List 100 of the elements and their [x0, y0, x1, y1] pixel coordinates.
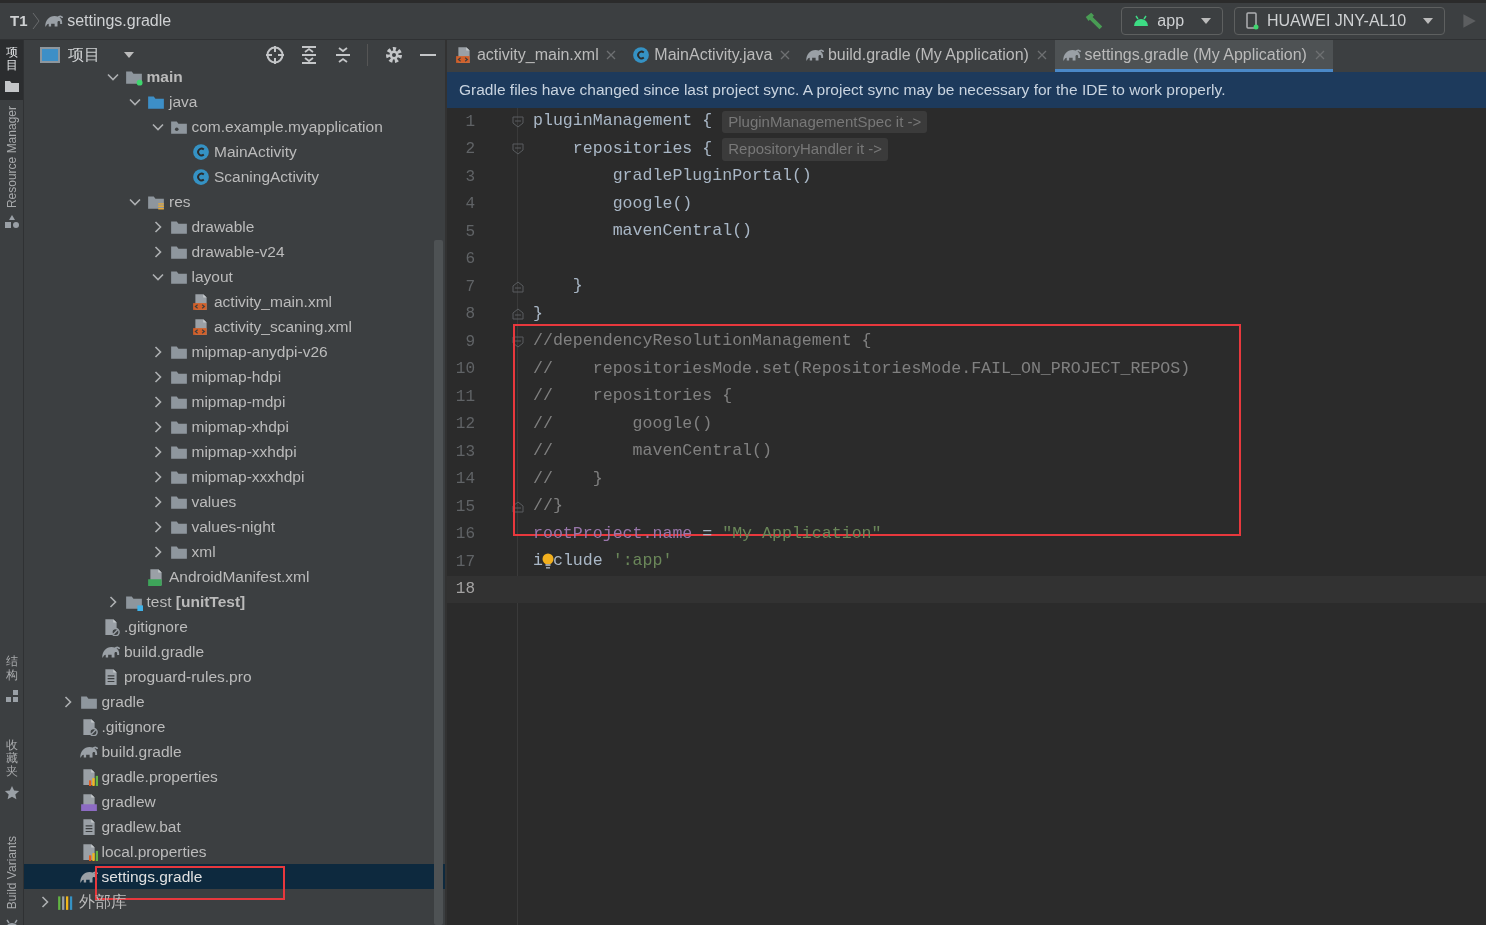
- tree-item[interactable]: activity_scaning.xml: [24, 314, 445, 339]
- tree-item[interactable]: build.gradle: [24, 739, 445, 764]
- collapse-all-icon[interactable]: [333, 45, 352, 65]
- tool-window-tab[interactable]: 结构: [0, 649, 23, 710]
- android-icon: [1131, 14, 1150, 28]
- tree-item[interactable]: proguard-rules.pro: [24, 664, 445, 689]
- tree-item[interactable]: drawable-v24: [24, 239, 445, 264]
- tree-item[interactable]: values: [24, 489, 445, 514]
- code-text: // google(): [533, 412, 713, 435]
- code-text: google(): [611, 192, 693, 215]
- tree-item[interactable]: values-night: [24, 514, 445, 539]
- elephant-icon: [806, 48, 825, 61]
- tree-item[interactable]: mipmap-xhdpi: [24, 414, 445, 439]
- breadcrumb-item[interactable]: settings.gradle: [67, 9, 172, 33]
- code-text: ':app': [612, 550, 673, 573]
- code-text: // repositoriesMode.set(RepositoriesMode.FAIL_ON_PROJECT_REPOS): [533, 357, 1191, 380]
- class-icon: [192, 167, 210, 186]
- shapes-icon: [3, 214, 20, 231]
- code-text: pluginManagement {: [533, 110, 714, 133]
- editor-tab[interactable]: MainActivity.java: [624, 40, 799, 72]
- line-number: 4: [464, 194, 475, 216]
- code-text: }: [571, 275, 583, 298]
- line-number: 1: [464, 111, 475, 133]
- lightbulb-icon[interactable]: [540, 553, 555, 571]
- tree-item[interactable]: com.example.myapplication: [24, 114, 445, 139]
- tree-item[interactable]: mipmap-xxhdpi: [24, 439, 445, 464]
- line-number: 2: [464, 139, 475, 161]
- class-icon: [632, 45, 651, 64]
- tree-item[interactable]: gradle: [24, 689, 445, 714]
- tree-item[interactable]: build.gradle: [24, 639, 445, 664]
- star-icon: [3, 784, 20, 801]
- tree-item[interactable]: ScaningActivity: [24, 164, 445, 189]
- elephant-icon: [79, 870, 98, 883]
- line-number: 3: [464, 166, 475, 188]
- tree-item[interactable]: .gitignore: [24, 714, 445, 739]
- line-number: 14: [454, 469, 475, 491]
- line-number: 16: [454, 524, 475, 546]
- code-text: // mavenCentral(): [533, 440, 772, 463]
- fold-icon[interactable]: [511, 334, 525, 349]
- phone-icon: [1245, 12, 1260, 30]
- tool-window-tab[interactable]: 项目: [0, 40, 23, 101]
- editor-tab[interactable]: activity_main.xml: [447, 40, 625, 72]
- line-number: 7: [464, 276, 475, 298]
- line-number: 12: [454, 414, 475, 436]
- tree-item[interactable]: mipmap-mdpi: [24, 389, 445, 414]
- tree-item[interactable]: java: [24, 89, 445, 114]
- tool-window-tab[interactable]: Build Variants: [0, 829, 23, 925]
- tree-item[interactable]: xml: [24, 539, 445, 564]
- inlay-hint: RepositoryHandler it ->: [722, 138, 889, 161]
- tree-item[interactable]: gradlew.bat: [24, 814, 445, 839]
- code-text: // }: [533, 467, 603, 490]
- tree-item[interactable]: gradle.properties: [24, 764, 445, 789]
- tree-item[interactable]: activity_main.xml: [24, 289, 445, 314]
- xml-file-icon: [192, 292, 210, 311]
- tree-item[interactable]: settings.gradle: [24, 864, 445, 889]
- code-text: }: [533, 302, 543, 325]
- xml-file-icon: [192, 317, 210, 336]
- tree-item[interactable]: local.properties: [24, 839, 445, 864]
- tool-window-tab[interactable]: Resource Manager: [0, 100, 23, 237]
- fold-icon[interactable]: [511, 499, 525, 514]
- tree-item[interactable]: mipmap-hdpi: [24, 364, 445, 389]
- expand-all-icon[interactable]: [300, 45, 319, 65]
- locate-icon[interactable]: [264, 45, 285, 65]
- run-config-dropdown[interactable]: app: [1120, 7, 1223, 35]
- code-text: mavenCentral(): [611, 220, 753, 243]
- scrollbar-thumb[interactable]: [434, 240, 443, 925]
- device-dropdown[interactable]: HUAWEI JNY-AL10: [1234, 7, 1445, 35]
- tree-item[interactable]: mipmap-anydpi-v26: [24, 339, 445, 364]
- line-number: 9: [464, 331, 475, 353]
- notification-text: Gradle files have changed since last project sync. A project sync may be necessary for the IDE to work properly.: [459, 80, 1226, 101]
- tree-item[interactable]: layout: [24, 264, 445, 289]
- elephant-icon: [1062, 48, 1081, 61]
- line-number: 8: [464, 304, 475, 326]
- tree-item[interactable]: res: [24, 189, 445, 214]
- caret-icon: [123, 51, 135, 59]
- editor-tab[interactable]: build.gradle (My Application): [798, 40, 1055, 72]
- tree-item[interactable]: MainActivity: [24, 139, 445, 164]
- tree-item[interactable]: .gitignore: [24, 614, 445, 639]
- line-number: 11: [454, 386, 475, 408]
- tree-item[interactable]: test [unitTest]: [24, 589, 445, 614]
- breadcrumb-item[interactable]: T1: [10, 9, 28, 33]
- code-text: //}: [533, 495, 563, 518]
- separator-icon: [31, 11, 42, 31]
- tool-window-tab[interactable]: 收藏夹: [0, 733, 23, 807]
- tree-item[interactable]: mipmap-xxxhdpi: [24, 464, 445, 489]
- structure-icon: [3, 687, 20, 704]
- xml-file-icon: [455, 45, 473, 64]
- settings-icon[interactable]: [383, 45, 404, 65]
- editor-tab[interactable]: settings.gradle (My Application): [1054, 40, 1333, 72]
- ignore-file-icon: [102, 617, 120, 636]
- elephant-icon: [79, 745, 98, 758]
- line-number: 18: [454, 579, 475, 601]
- tree-item[interactable]: AndroidManifest.xml: [24, 564, 445, 589]
- line-number: 6: [464, 249, 475, 271]
- code-text: gradlePluginPortal(): [611, 165, 812, 188]
- inlay-hint: PluginManagementSpec it ->: [722, 110, 928, 133]
- tree-item[interactable]: drawable: [24, 214, 445, 239]
- view-selector[interactable]: 项目: [40, 43, 135, 67]
- tree-item[interactable]: gradlew: [24, 789, 445, 814]
- tree-item[interactable]: main: [24, 70, 445, 89]
